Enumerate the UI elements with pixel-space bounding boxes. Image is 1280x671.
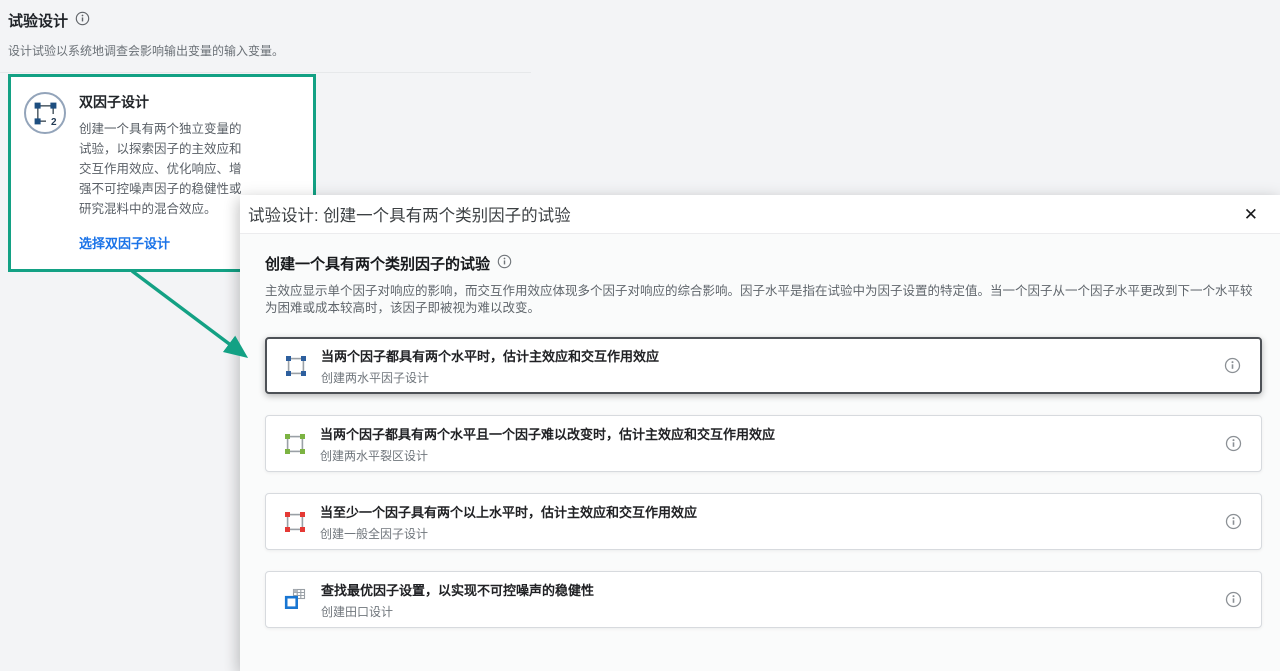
option-title: 查找最优因子设置，以实现不可控噪声的稳健性	[321, 580, 594, 599]
taguchi-icon	[284, 588, 307, 611]
close-icon[interactable]: ✕	[1240, 204, 1262, 225]
info-icon[interactable]	[1224, 357, 1241, 374]
dialog-body: 创建一个具有两个类别因子的试验 主效应显示单个因子对响应的影响，而交互作用效应体…	[240, 234, 1280, 628]
dialog-heading: 创建一个具有两个类别因子的试验	[265, 253, 490, 274]
svg-text:2: 2	[51, 117, 57, 127]
dialog-description: 主效应显示单个因子对响应的影响，而交互作用效应体现多个因子对响应的综合影响。因子…	[265, 283, 1262, 316]
dialog-title: 试验设计: 创建一个具有两个类别因子的试验	[248, 202, 571, 226]
option-subtitle: 创建两水平裂区设计	[320, 447, 775, 464]
page-header: 试验设计 设计试验以系统地调查会影响输出变量的输入变量。	[8, 10, 284, 59]
card-title: 双因子设计	[79, 92, 251, 112]
dialog-titlebar: 试验设计: 创建一个具有两个类别因子的试验 ✕	[240, 195, 1280, 234]
option-subtitle: 创建田口设计	[321, 603, 594, 620]
page-title: 试验设计	[8, 10, 68, 31]
option-subtitle: 创建一般全因子设计	[320, 525, 697, 542]
info-icon[interactable]	[1225, 435, 1242, 452]
option-subtitle: 创建两水平因子设计	[321, 369, 659, 386]
two-level-factorial-icon	[285, 355, 307, 377]
two-level-split-plot-icon	[284, 433, 306, 455]
info-icon[interactable]	[1225, 591, 1242, 608]
design-option-row[interactable]: 当两个因子都具有两个水平且一个因子难以改变时，估计主效应和交互作用效应创建两水平…	[265, 415, 1262, 472]
option-title: 当两个因子都具有两个水平且一个因子难以改变时，估计主效应和交互作用效应	[320, 424, 775, 443]
card-description: 创建一个具有两个独立变量的试验，以探索因子的主效应和交互作用效应、优化响应、增强…	[79, 119, 251, 219]
page-subtitle: 设计试验以系统地调查会影响输出变量的输入变量。	[8, 42, 284, 59]
two-factor-design-icon: 2	[24, 92, 66, 134]
design-option-row[interactable]: 查找最优因子设置，以实现不可控噪声的稳健性创建田口设计	[265, 571, 1262, 628]
general-full-factorial-icon	[284, 511, 306, 533]
doe-dialog: 试验设计: 创建一个具有两个类别因子的试验 ✕ 创建一个具有两个类别因子的试验 …	[240, 195, 1280, 671]
info-icon[interactable]	[1225, 513, 1242, 530]
choose-two-factor-design-link[interactable]: 选择双因子设计	[79, 233, 170, 252]
info-icon[interactable]	[75, 11, 90, 31]
option-title: 当两个因子都具有两个水平时，估计主效应和交互作用效应	[321, 346, 659, 365]
design-option-row[interactable]: 当至少一个因子具有两个以上水平时，估计主效应和交互作用效应创建一般全因子设计	[265, 493, 1262, 550]
option-title: 当至少一个因子具有两个以上水平时，估计主效应和交互作用效应	[320, 502, 697, 521]
design-options-list: 当两个因子都具有两个水平时，估计主效应和交互作用效应创建两水平因子设计当两个因子…	[265, 337, 1262, 628]
design-option-row[interactable]: 当两个因子都具有两个水平时，估计主效应和交互作用效应创建两水平因子设计	[265, 337, 1262, 394]
section-divider	[0, 72, 531, 73]
info-icon[interactable]	[497, 254, 512, 274]
